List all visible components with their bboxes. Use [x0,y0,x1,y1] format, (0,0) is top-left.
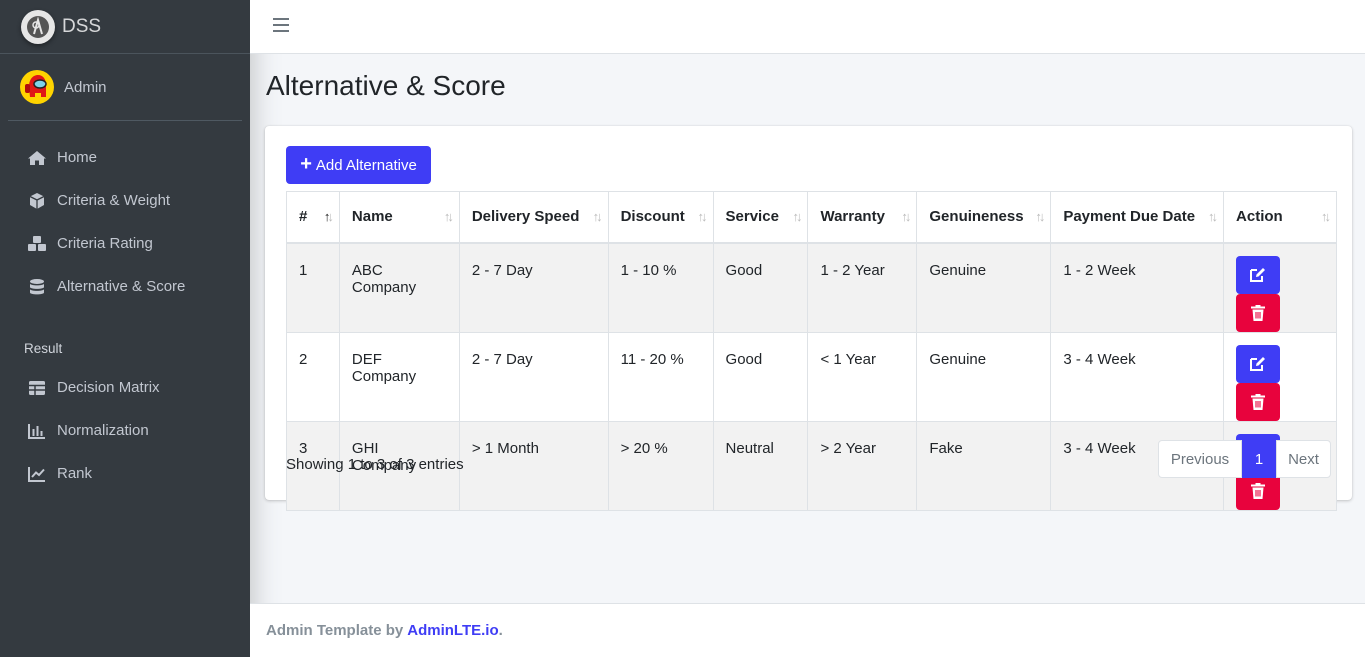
sidebar-item-label: Normalization [57,422,149,439]
column-header-action[interactable]: Action ↑↓ [1223,191,1337,244]
sort-icon: ↑↓ [1208,209,1218,224]
sort-icon: ↑↓ [1035,209,1045,224]
cell-genuineness: Fake [916,420,1052,511]
sidebar-item-label: Criteria & Weight [57,192,171,209]
user-panel[interactable]: Admin [8,54,242,121]
page-title: Alternative & Score [266,70,506,101]
sidebar-section-header: Result [24,341,63,356]
cell-number: 1 [286,242,340,333]
column-header-genuineness[interactable]: Genuineness ↑↓ [916,191,1052,244]
cell-name: ABC Company [338,242,460,333]
cell-warranty: 1 - 2 Year [807,242,918,333]
sort-icon: ↑↓ [1321,209,1331,224]
cell-delivery-speed: 2 - 7 Day [458,242,609,333]
cell-warranty: > 2 Year [807,420,918,511]
cell-warranty: < 1 Year [807,331,918,422]
cube-icon [26,192,48,210]
brand-logo [21,9,55,44]
cell-discount: > 20 % [607,420,714,511]
bar-chart-icon [26,422,48,440]
delete-button[interactable] [1236,382,1281,421]
menu-toggle-icon[interactable] [273,18,289,34]
sort-icon: ↑↓ [901,209,911,224]
line-chart-icon [26,465,48,483]
sort-icon: ↑↓ [697,209,708,224]
cell-payment-due-date: 1 - 2 Week [1050,242,1225,333]
sort-icon: ↑↓ [592,209,603,224]
sidebar-item-label: Alternative & Score [57,278,186,295]
database-icon [26,278,48,296]
table-row: 1 ABC Company 2 - 7 Day 1 - 10 % Good 1 … [286,242,1337,333]
brand-name: DSS [62,15,102,37]
topbar [250,0,1365,54]
column-header-warranty[interactable]: Warranty ↑↓ [807,191,918,244]
cubes-icon [26,235,48,253]
pagination-next-button[interactable]: Next [1276,440,1331,478]
sidebar-nav: Home Criteria & Weight Criteria Rating A… [0,136,250,495]
home-icon [26,149,48,167]
sidebar-item-label: Rank [57,465,93,482]
sidebar-item-label: Home [57,149,98,166]
cell-genuineness: Genuine [916,242,1052,333]
sidebar-item-normalization[interactable]: Normalization [8,409,242,452]
cell-service: Neutral [712,420,809,511]
cell-number: 2 [286,331,340,422]
table-header-row: # ↑↓ Name ↑↓ Delivery Speed ↑↓ Discount ↑↓ S… [286,191,1337,244]
pagination-page-button[interactable]: 1 [1242,440,1276,478]
cell-actions [1223,242,1337,333]
sidebar-item-label: Decision Matrix [57,379,160,396]
edit-icon [1250,356,1266,371]
column-header-service[interactable]: Service ↑↓ [712,191,809,244]
table-row: 2 DEF Company 2 - 7 Day 11 - 20 % Good <… [286,331,1337,422]
sidebar-item-alternative-score[interactable]: Alternative & Score [8,265,242,308]
add-alternative-label: Add Alternative [315,156,417,174]
brand[interactable]: DSS [0,0,250,54]
column-header-number[interactable]: # ↑↓ [286,191,340,244]
footer-suffix: . [498,622,503,639]
cell-actions [1223,331,1337,422]
sort-icon: ↑↓ [792,209,802,224]
sidebar-item-criteria-weight[interactable]: Criteria & Weight [8,179,242,222]
sidebar-item-criteria-rating[interactable]: Criteria Rating [8,222,242,265]
table-icon [26,379,48,397]
pagination-previous-button[interactable]: Previous [1158,440,1242,478]
sidebar-item-rank[interactable]: Rank [8,452,242,495]
trash-icon [1251,482,1266,499]
sort-asc-icon: ↑↓ [323,209,334,224]
edit-icon [1250,267,1266,282]
edit-button[interactable] [1236,255,1281,294]
cell-discount: 11 - 20 % [607,331,714,422]
pagination: Previous 1 Next [1158,440,1331,478]
sidebar-item-home[interactable]: Home [8,136,242,179]
cell-service: Good [712,331,809,422]
column-header-discount[interactable]: Discount ↑↓ [607,191,714,244]
sidebar: DSS Admin Home Criteria & Weight Criteri… [0,0,250,657]
column-header-delivery-speed[interactable]: Delivery Speed ↑↓ [458,191,609,244]
sort-icon: ↑↓ [443,209,454,224]
avatar [20,70,54,104]
sidebar-item-decision-matrix[interactable]: Decision Matrix [8,366,242,409]
alternatives-card: + Add Alternative # ↑↓ Name ↑↓ Delivery Sp… [265,126,1352,511]
trash-icon [1251,393,1266,410]
cell-delivery-speed: 2 - 7 Day [458,331,609,422]
user-name: Admin [64,78,107,96]
add-alternative-button[interactable]: + Add Alternative [286,146,431,184]
footer: Admin Template by AdminLTE.io . [250,603,1365,657]
delete-button[interactable] [1236,293,1281,332]
table-info: Showing 1 to 3 of 3 entries [286,456,464,473]
cell-delivery-speed: > 1 Month [458,420,609,511]
cell-service: Good [712,242,809,333]
plus-icon: + [300,153,312,175]
cell-payment-due-date: 3 - 4 Week [1050,331,1225,422]
footer-link[interactable]: AdminLTE.io [407,622,498,639]
column-header-name[interactable]: Name ↑↓ [338,191,460,244]
cell-name: DEF Company [338,331,460,422]
footer-text: Admin Template by [266,622,404,639]
cell-genuineness: Genuine [916,331,1052,422]
cell-discount: 1 - 10 % [607,242,714,333]
sidebar-item-label: Criteria Rating [57,235,153,252]
edit-button[interactable] [1236,344,1281,383]
trash-icon [1251,304,1266,321]
column-header-payment-due-date[interactable]: Payment Due Date ↑↓ [1050,191,1225,244]
